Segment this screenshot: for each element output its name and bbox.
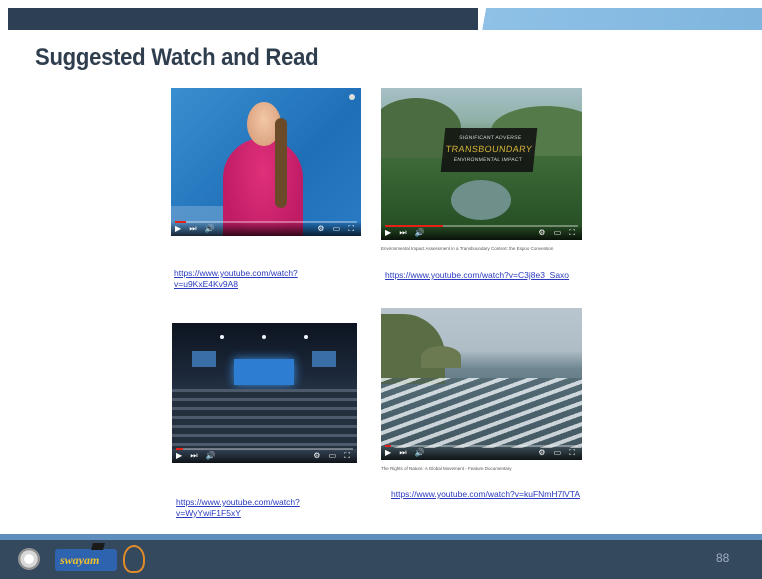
progress-bar[interactable]: [385, 445, 578, 447]
video-thumbnail-4[interactable]: ▶ ⏭ 🔊 ⚙ ▭ ⛶: [381, 308, 582, 460]
swayam-logo-text: swayam: [60, 553, 100, 567]
settings-icon[interactable]: ⚙ ▭ ⛶: [313, 451, 353, 461]
title-card-line-1: SIGNIFICANT ADVERSE: [458, 135, 522, 141]
nptel-logo-icon: [123, 545, 145, 573]
river: [451, 180, 511, 220]
institute-emblem-icon: [18, 548, 40, 570]
sea-foam: [381, 378, 582, 448]
play-icon[interactable]: ▶ ⏭ 🔊: [385, 228, 428, 238]
stage-screen: [234, 359, 294, 385]
top-bar: [8, 8, 478, 30]
settings-icon[interactable]: ⚙ ▭ ⛶: [538, 228, 578, 238]
progress-bar[interactable]: [176, 448, 353, 450]
video-caption-2: Environmental Impact Assessment in a Tra…: [381, 246, 554, 251]
video-caption-4: The Rights of Nature: A Global Movement …: [381, 466, 512, 471]
video-link-1[interactable]: https://www.youtube.com/watch?v=u9KxE4Kv…: [174, 268, 359, 290]
video-link-2[interactable]: https://www.youtube.com/watch?v=C3j8e3_S…: [385, 270, 570, 281]
progress-bar[interactable]: [175, 221, 357, 223]
delegate-rows: [172, 389, 357, 449]
side-screen: [192, 351, 216, 367]
title-card: SIGNIFICANT ADVERSE TRANSBOUNDARY ENVIRO…: [440, 128, 538, 172]
settings-icon[interactable]: ⚙ ▭ ⛶: [317, 224, 357, 234]
title-card-line-3: ENVIRONMENTAL IMPACT: [453, 157, 523, 163]
ceiling-light: [220, 335, 224, 339]
title-card-line-2: TRANSBOUNDARY: [445, 144, 533, 154]
play-icon[interactable]: ▶ ⏭ 🔊: [385, 448, 428, 458]
graduation-cap-icon: [91, 543, 105, 550]
top-bar-accent: [478, 8, 762, 30]
video-thumbnail-1[interactable]: ▶ ⏭ 🔊 ⚙ ▭ ⛶: [171, 88, 361, 236]
settings-icon[interactable]: ⚙ ▭ ⛶: [538, 448, 578, 458]
video-link-3[interactable]: https://www.youtube.com/watch?v=WyYwiF1F…: [176, 497, 361, 519]
page-number: 88: [716, 551, 730, 565]
speaker-braid: [275, 118, 287, 208]
play-icon[interactable]: ▶ ⏭ 🔊: [175, 224, 218, 234]
ceiling-light: [262, 335, 266, 339]
progress-bar[interactable]: [385, 225, 578, 227]
side-screen: [312, 351, 336, 367]
video-link-4[interactable]: https://www.youtube.com/watch?v=kuFNmH7l…: [391, 489, 586, 500]
cliff: [421, 346, 461, 368]
play-icon[interactable]: ▶ ⏭ 🔊: [176, 451, 219, 461]
video-thumbnail-3[interactable]: ▶ ⏭ 🔊 ⚙ ▭ ⛶: [172, 323, 357, 463]
video-thumbnail-2[interactable]: SIGNIFICANT ADVERSE TRANSBOUNDARY ENVIRO…: [381, 88, 582, 240]
info-icon[interactable]: [349, 94, 355, 100]
slide-title: Suggested Watch and Read: [35, 44, 319, 71]
ceiling-light: [304, 335, 308, 339]
